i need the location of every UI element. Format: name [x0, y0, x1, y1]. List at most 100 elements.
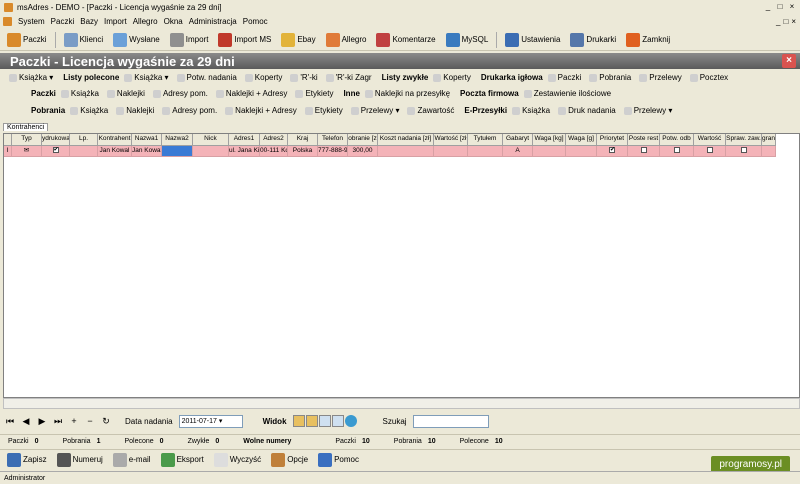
- cell-kontrahent[interactable]: Jan Kowal: [98, 146, 132, 157]
- menu-import[interactable]: Import: [104, 17, 127, 26]
- sub3-zawarto-button[interactable]: Zawartość: [407, 106, 454, 115]
- sub1-przelewy-button[interactable]: Przelewy: [639, 73, 682, 82]
- minimize-icon[interactable]: _: [763, 2, 773, 12]
- toolbar-import-ms-button[interactable]: Import MS: [214, 31, 275, 49]
- column-header-adres2[interactable]: Adres2: [260, 134, 288, 146]
- column-header-indicator[interactable]: [4, 134, 12, 146]
- table-row[interactable]: I ✉ ✔ Jan Kowal Jan Kowal ul. Jana Ki 00-111 K…: [4, 146, 776, 157]
- cell-warto-z[interactable]: [434, 146, 468, 157]
- cell-indicator[interactable]: I: [4, 146, 12, 157]
- cell-tytu-em[interactable]: [468, 146, 503, 157]
- column-header-poste-rest[interactable]: Poste rest: [628, 134, 660, 146]
- add-record-icon[interactable]: +: [69, 416, 79, 426]
- refresh-icon[interactable]: ↻: [101, 416, 111, 427]
- cell-poste-rest[interactable]: [628, 146, 660, 157]
- column-header-warto-z[interactable]: Wartość [zł: [434, 134, 468, 146]
- cell-obranie-z[interactable]: 300,00: [348, 146, 378, 157]
- cell-waga-kg[interactable]: [533, 146, 566, 157]
- sub3-ksi-ka-button[interactable]: Książka: [70, 106, 108, 115]
- sub2-etykiety-button[interactable]: Etykiety: [295, 89, 333, 98]
- column-header-tytu-em[interactable]: Tytułem: [468, 134, 503, 146]
- view-icon-4[interactable]: [331, 415, 344, 427]
- menu-administracja[interactable]: Administracja: [189, 17, 237, 26]
- e-mail-button[interactable]: e-mail: [109, 451, 155, 469]
- mdi-minimize-icon[interactable]: _: [776, 17, 780, 26]
- cell-telefon[interactable]: 777-888-9: [318, 146, 348, 157]
- cell-warto[interactable]: [694, 146, 726, 157]
- checkbox-icon[interactable]: [640, 147, 647, 154]
- view-icon-3[interactable]: [318, 415, 331, 427]
- sub3-przelewy-button[interactable]: Przelewy ▾: [350, 106, 399, 115]
- menu-paczki[interactable]: Paczki: [51, 17, 75, 26]
- cell-nazwa2[interactable]: [162, 146, 193, 157]
- column-header-typ[interactable]: Typ: [12, 134, 42, 146]
- sub1-r-ki-zagr-button[interactable]: 'R'-ki Zagr: [325, 73, 372, 82]
- delete-record-icon[interactable]: −: [85, 416, 95, 426]
- sub3-adresy-pom-button[interactable]: Adresy pom.: [162, 106, 217, 115]
- cell-koszt-nadania-z[interactable]: [378, 146, 434, 157]
- next-record-icon[interactable]: ▶: [37, 416, 47, 427]
- sub2-naklejki-button[interactable]: Naklejki: [106, 89, 145, 98]
- menu-system[interactable]: System: [18, 17, 45, 26]
- menu-pomoc[interactable]: Pomoc: [243, 17, 268, 26]
- sub1-pocztex-button[interactable]: Pocztex: [689, 73, 728, 82]
- column-header-adres1[interactable]: Adres1: [229, 134, 260, 146]
- sub1-r-ki-button[interactable]: 'R'-ki: [290, 73, 318, 82]
- last-record-icon[interactable]: ⏭: [53, 416, 63, 427]
- checkbox-icon[interactable]: ✔: [609, 147, 615, 154]
- sub2-ksi-ka-button[interactable]: Książka: [60, 89, 99, 98]
- sub1-ksi-ka-button[interactable]: Książka ▾: [124, 73, 169, 82]
- menu-bazy[interactable]: Bazy: [80, 17, 98, 26]
- first-record-icon[interactable]: ⏮: [5, 416, 15, 427]
- mdi-restore-icon[interactable]: □: [783, 17, 788, 26]
- column-header-nick[interactable]: Nick: [193, 134, 229, 146]
- sub2-naklejki-na-przesy-k-button[interactable]: Naklejki na przesyłkę: [364, 89, 450, 98]
- close-panel-icon[interactable]: ×: [782, 54, 796, 68]
- toolbar-import-button[interactable]: Import: [166, 31, 213, 49]
- cell-nazwa1[interactable]: Jan Kowal: [132, 146, 162, 157]
- column-header-warto[interactable]: Wartość: [694, 134, 726, 146]
- close-icon[interactable]: ×: [787, 2, 797, 12]
- column-header-ydrukowa[interactable]: ydrukowa: [42, 134, 70, 146]
- sub1-koperty-button[interactable]: Koperty: [244, 73, 282, 82]
- toolbar-mysql-button[interactable]: MySQL: [442, 31, 493, 49]
- cell-typ[interactable]: ✉: [12, 146, 42, 157]
- search-input[interactable]: [412, 414, 489, 428]
- tab-kontrahenci[interactable]: Kontrahenci: [3, 123, 49, 131]
- sub2-zestawienie-ilo-ciowe-button[interactable]: Zestawienie ilościowe: [523, 89, 611, 98]
- checkbox-icon[interactable]: ✔: [52, 147, 59, 154]
- column-header-priorytet[interactable]: Priorytet: [597, 134, 628, 146]
- column-header-nazwa1[interactable]: Nazwa1: [132, 134, 162, 146]
- menu-okna[interactable]: Okna: [164, 17, 183, 26]
- column-header-obranie-z[interactable]: obranie [z: [348, 134, 378, 146]
- cell-spraw-zaw[interactable]: [726, 146, 762, 157]
- column-header-gabaryt[interactable]: Gabaryt: [503, 134, 533, 146]
- cell-ydrukowa[interactable]: ✔: [42, 146, 70, 157]
- sub2-adresy-pom-button[interactable]: Adresy pom.: [152, 89, 208, 98]
- date-picker[interactable]: 2011-07-17 ▾: [178, 414, 243, 428]
- toolbar-wys-ane-button[interactable]: Wysłane: [109, 31, 164, 49]
- column-header-waga-g[interactable]: Waga [g]: [566, 134, 597, 146]
- cell-adres1[interactable]: ul. Jana Ki: [229, 146, 260, 157]
- sub1-ksi-ka-button[interactable]: Książka ▾: [9, 73, 53, 82]
- packages-grid[interactable]: Typ ydrukowa Lp. Kontrahent Nazwa1 Nazwa2 Nick…: [3, 133, 800, 398]
- column-header-nazwa2[interactable]: Nazwa2: [162, 134, 193, 146]
- toolbar-klienci-button[interactable]: Klienci: [60, 31, 108, 49]
- sub3-naklejki-adresy-button[interactable]: Naklejki + Adresy: [225, 106, 297, 115]
- view-icon-5[interactable]: [344, 415, 357, 427]
- column-header-lp[interactable]: Lp.: [70, 134, 98, 146]
- sub1-paczki-button[interactable]: Paczki: [547, 73, 581, 82]
- column-header-spraw-zaw[interactable]: Spraw. zaw.: [726, 134, 762, 146]
- checkbox-icon[interactable]: [673, 147, 680, 154]
- sub3-druk-nadania-button[interactable]: Druk nadania: [558, 106, 616, 115]
- cell-potw-odb[interactable]: [660, 146, 694, 157]
- numeruj-button[interactable]: Numeruj: [53, 451, 107, 469]
- sub3-etykiety-button[interactable]: Etykiety: [304, 106, 343, 115]
- checkbox-icon[interactable]: [706, 147, 713, 154]
- maximize-icon[interactable]: □: [775, 2, 785, 12]
- cell-adres2[interactable]: 00-111 Ko: [260, 146, 288, 157]
- checkbox-icon[interactable]: [740, 147, 747, 154]
- eksport-button[interactable]: Eksport: [157, 451, 208, 469]
- sub3-ksi-ka-button[interactable]: Książka: [512, 106, 550, 115]
- column-header-granica[interactable]: granica: [762, 134, 776, 146]
